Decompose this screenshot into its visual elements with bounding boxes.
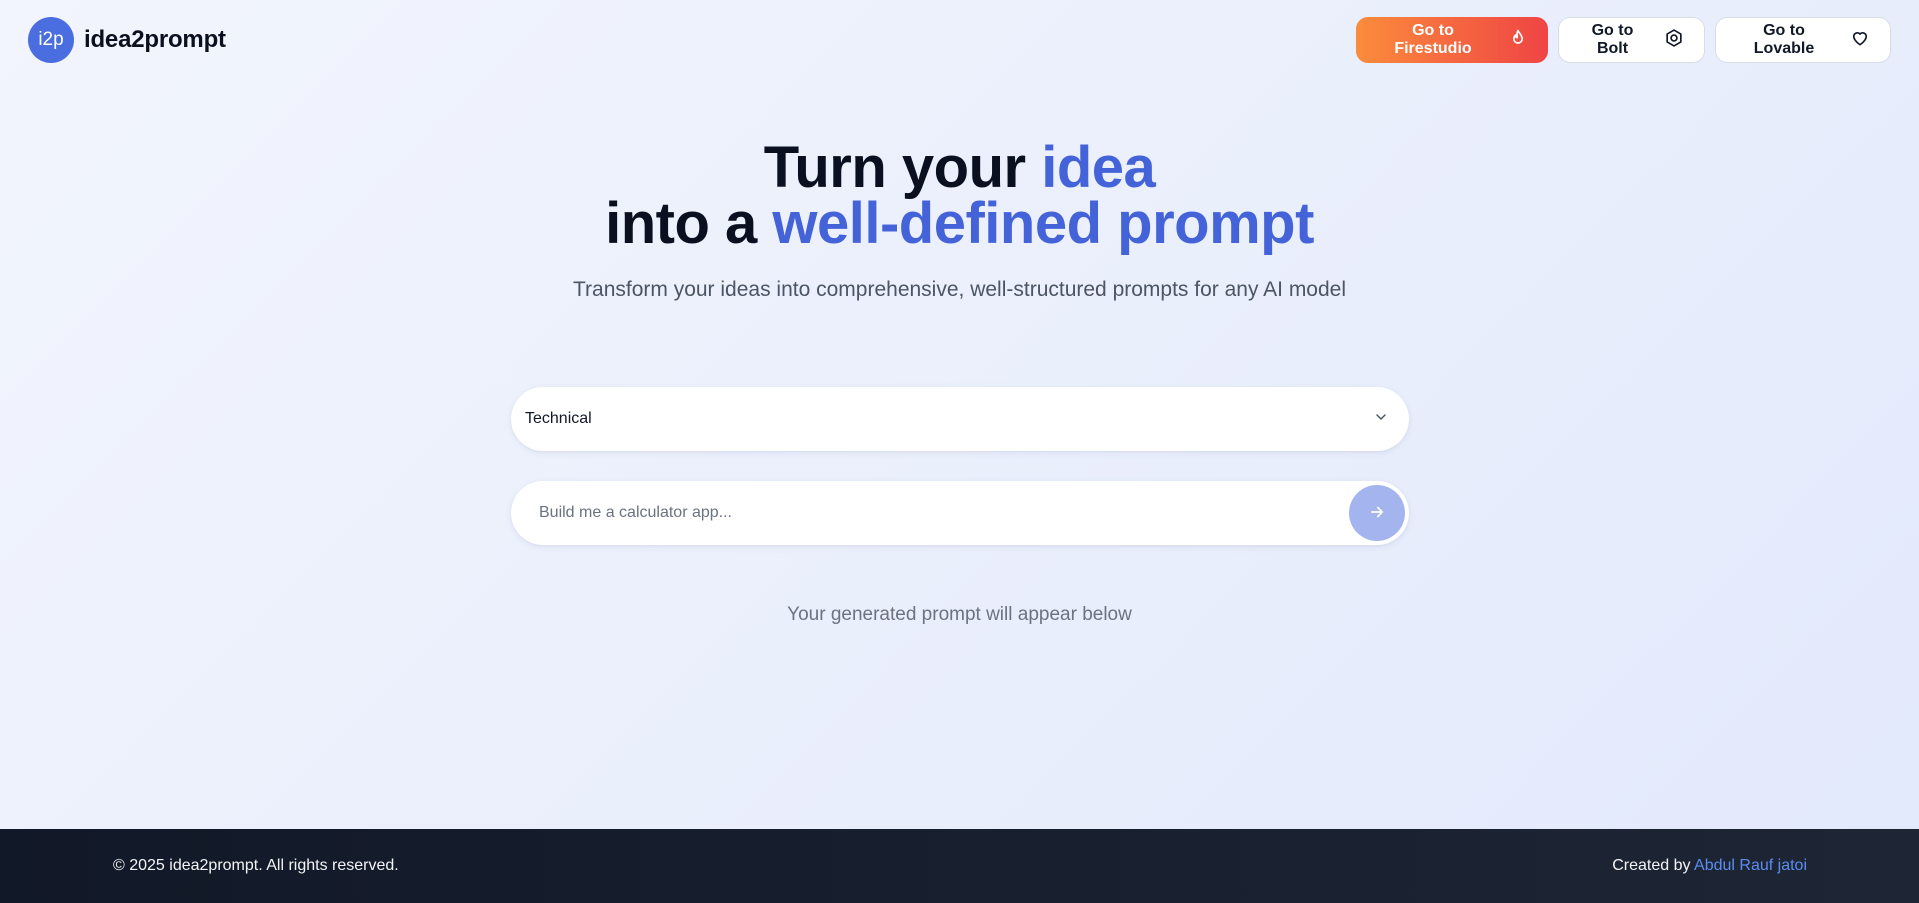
hexagon-gear-icon: [1664, 28, 1684, 53]
flame-icon: [1508, 28, 1528, 53]
generated-prompt-placeholder: Your generated prompt will appear below: [787, 604, 1132, 625]
hero-title-line2-accent: well-defined prompt: [772, 191, 1314, 256]
generate-prompt-button[interactable]: [1349, 485, 1405, 541]
go-to-lovable-label: Go to Lovable: [1753, 22, 1815, 57]
go-to-firestudio-label: Go to Firestudio: [1394, 22, 1472, 57]
header: i2p idea2prompt Go to Firestudio Go to B…: [0, 0, 1919, 80]
hero: Turn your idea into a well-defined promp…: [0, 139, 1919, 302]
category-select[interactable]: Technical: [511, 387, 1409, 451]
go-to-firestudio-button[interactable]: Go to Firestudio: [1356, 17, 1548, 63]
hero-subtitle: Transform your ideas into comprehensive,…: [572, 278, 1347, 301]
arrow-right-icon: [1368, 503, 1386, 524]
credit: Created by Abdul Rauf jatoi: [1612, 857, 1807, 875]
chevron-down-icon: [1373, 409, 1389, 430]
author-link[interactable]: Abdul Rauf jatoi: [1694, 857, 1807, 874]
copyright-text: © 2025 idea2prompt. All rights reserved.: [113, 857, 399, 874]
category-select-value: Technical: [525, 410, 592, 427]
go-to-lovable-button[interactable]: Go to Lovable: [1715, 17, 1891, 63]
brand-name[interactable]: idea2prompt: [84, 26, 226, 54]
footer: © 2025 idea2prompt. All rights reserved.…: [0, 829, 1919, 903]
idea-input-bar: [511, 481, 1409, 545]
idea-input[interactable]: [539, 504, 1349, 522]
go-to-bolt-label: Go to Bolt: [1591, 22, 1634, 57]
hero-title-line2: into a well-defined prompt: [605, 191, 1314, 256]
page: i2p idea2prompt Go to Firestudio Go to B…: [0, 0, 1919, 903]
hero-title: Turn your idea into a well-defined promp…: [0, 139, 1919, 253]
brand[interactable]: i2p idea2prompt: [28, 17, 226, 63]
heart-icon: [1850, 28, 1870, 53]
go-to-bolt-button[interactable]: Go to Bolt: [1558, 17, 1705, 63]
hero-title-line2-prefix: into a: [605, 191, 773, 256]
top-nav: Go to Firestudio Go to Bolt Go to Lovabl…: [1356, 17, 1891, 63]
logo[interactable]: i2p: [28, 17, 74, 63]
credit-prefix: Created by: [1612, 857, 1695, 874]
